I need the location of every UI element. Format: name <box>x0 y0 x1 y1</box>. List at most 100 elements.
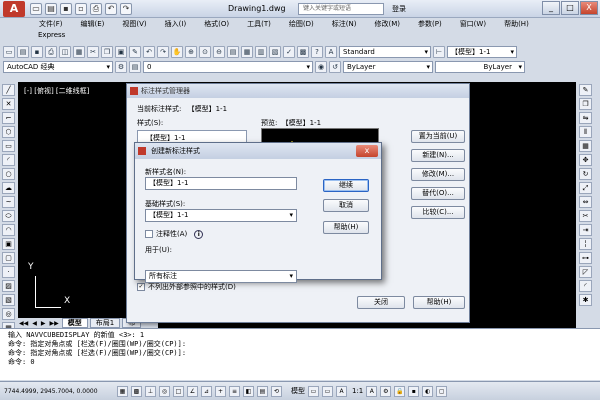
break-icon[interactable]: ╎ <box>579 238 592 250</box>
save-icon[interactable]: ▪ <box>60 3 72 15</box>
gradient-icon[interactable]: ▧ <box>2 294 15 306</box>
menu-dimension[interactable]: 标注(N) <box>323 18 366 30</box>
polygon-icon[interactable]: ⬡ <box>2 126 15 138</box>
close-icon[interactable]: x <box>356 145 378 157</box>
workspace-combo[interactable]: AutoCAD 经典 <box>3 61 113 73</box>
spline-icon[interactable]: ~ <box>2 196 15 208</box>
dyn-toggle[interactable]: + <box>215 385 226 397</box>
menu-format[interactable]: 格式(O) <box>195 18 238 30</box>
annotation-scale[interactable]: 1:1 <box>352 387 363 395</box>
menu-tools[interactable]: 工具(T) <box>238 18 280 30</box>
ortho-toggle[interactable]: ⊥ <box>145 385 156 397</box>
app-logo-icon[interactable]: A <box>3 1 25 17</box>
make-block-icon[interactable]: ▢ <box>2 252 15 264</box>
tab-nav-prev[interactable]: ◀ <box>31 320 38 327</box>
trim-icon[interactable]: ✂ <box>579 210 592 222</box>
print-icon[interactable]: ⎙ <box>45 46 57 58</box>
maximize-button[interactable]: □ <box>561 1 579 15</box>
new-file-icon[interactable]: ▭ <box>30 3 42 15</box>
array-icon[interactable]: ▦ <box>579 140 592 152</box>
join-icon[interactable]: ⊶ <box>579 252 592 264</box>
compare-style-button[interactable]: 比较(C)... <box>411 206 465 219</box>
zoom-previous-icon[interactable]: ⊖ <box>213 46 225 58</box>
menu-edit[interactable]: 编辑(E) <box>72 18 114 30</box>
isolate-objects-icon[interactable]: ◐ <box>422 385 434 397</box>
insert-block-icon[interactable]: ▣ <box>2 238 15 250</box>
list-item[interactable]: 【模型】1-1 <box>146 134 185 142</box>
menu-view[interactable]: 视图(V) <box>113 18 155 30</box>
point-icon[interactable]: · <box>2 266 15 278</box>
zoom-window-icon[interactable]: ⊙ <box>199 46 211 58</box>
command-line[interactable]: 输入 NAVVCUBEDISPLAY 的新值 <3>: 1 命令: 指定对角点或… <box>0 328 600 380</box>
lock-icon[interactable]: 🔒 <box>394 385 406 397</box>
menu-express[interactable]: Express <box>38 31 65 39</box>
new-style-name-input[interactable]: 【模型】1-1 <box>145 177 297 190</box>
layer-properties-icon[interactable]: ▤ <box>129 61 141 73</box>
quick-view-drawings-icon[interactable]: ▭ <box>322 385 333 397</box>
ellipse-arc-icon[interactable]: ◠ <box>2 224 15 236</box>
arc-icon[interactable]: ◜ <box>2 154 15 166</box>
workspace-switch-icon[interactable]: ⚙ <box>380 385 392 397</box>
calculator-icon[interactable]: ▩ <box>297 46 309 58</box>
color-combo[interactable]: ByLayer <box>343 61 433 73</box>
region-icon[interactable]: ◎ <box>2 308 15 320</box>
polar-toggle[interactable]: ◎ <box>159 385 170 397</box>
copy-icon[interactable]: ❐ <box>101 46 113 58</box>
override-style-button[interactable]: 替代(O)... <box>411 187 465 200</box>
circle-icon[interactable]: ○ <box>2 168 15 180</box>
layer-combo[interactable]: 0 <box>143 61 313 73</box>
tab-model[interactable]: 模型 <box>61 318 88 328</box>
exclude-xref-checkbox[interactable]: ✓ 不列出外部参照中的样式(D) <box>137 282 236 292</box>
hatch-icon[interactable]: ▨ <box>2 280 15 292</box>
stretch-icon[interactable]: ⇔ <box>579 196 592 208</box>
redo-icon[interactable]: ↷ <box>157 46 169 58</box>
close-button[interactable]: X <box>580 1 598 15</box>
revision-cloud-icon[interactable]: ☁ <box>2 182 15 194</box>
menu-insert[interactable]: 插入(I) <box>156 18 196 30</box>
menu-file[interactable]: 文件(F) <box>30 18 72 30</box>
tab-nav-next[interactable]: ▶ <box>40 320 47 327</box>
modify-style-button[interactable]: 修改(M)... <box>411 168 465 181</box>
use-for-select[interactable]: 所有标注 <box>145 270 297 283</box>
base-style-select[interactable]: 【模型】1-1 <box>145 209 297 222</box>
menu-draw[interactable]: 绘图(D) <box>280 18 323 30</box>
quick-properties-toggle[interactable]: ▤ <box>257 385 268 397</box>
erase-icon[interactable]: ✎ <box>579 84 592 96</box>
workspace-settings-icon[interactable]: ⚙ <box>115 61 127 73</box>
open-icon[interactable]: ▤ <box>17 46 29 58</box>
search-input[interactable]: 键入关键字或短语 <box>298 3 384 15</box>
mirror-icon[interactable]: ⇋ <box>579 112 592 124</box>
annotation-scale-icon[interactable]: A <box>336 385 347 397</box>
transparency-toggle[interactable]: ◧ <box>243 385 254 397</box>
layer-previous-icon[interactable]: ↺ <box>329 61 341 73</box>
viewport-label[interactable]: [-] [俯视] [二维线框] <box>24 86 89 96</box>
rectangle-icon[interactable]: ▭ <box>2 140 15 152</box>
quick-view-layouts-icon[interactable]: ▭ <box>308 385 319 397</box>
dim-style-icon[interactable]: ⊢ <box>433 46 445 58</box>
undo-icon[interactable]: ↶ <box>105 3 117 15</box>
cancel-button[interactable]: 取消 <box>323 199 369 212</box>
publish-icon[interactable]: ▦ <box>73 46 85 58</box>
help-button[interactable]: 帮助(H) <box>413 296 465 309</box>
menu-help[interactable]: 帮助(H) <box>495 18 538 30</box>
tab-nav-last[interactable]: ▶▶ <box>48 320 59 327</box>
cut-icon[interactable]: ✂ <box>87 46 99 58</box>
line-icon[interactable]: ╱ <box>2 84 15 96</box>
preview-icon[interactable]: ◫ <box>59 46 71 58</box>
text-style-icon[interactable]: A <box>325 46 337 58</box>
login-button[interactable]: 登录 <box>392 4 406 14</box>
otrack-toggle[interactable]: ∠ <box>187 385 198 397</box>
redo-icon[interactable]: ↷ <box>120 3 132 15</box>
ducs-toggle[interactable]: ⊿ <box>201 385 212 397</box>
scale-icon[interactable]: ⤢ <box>579 182 592 194</box>
dim-style-combo[interactable]: 【模型】1-1 <box>447 46 517 58</box>
zoom-realtime-icon[interactable]: ⊕ <box>185 46 197 58</box>
tab-layout1[interactable]: 布局1 <box>89 318 121 328</box>
grid-toggle[interactable]: ▩ <box>131 385 142 397</box>
make-current-layer-icon[interactable]: ◉ <box>315 61 327 73</box>
help-icon[interactable]: ? <box>311 46 323 58</box>
construction-line-icon[interactable]: ✕ <box>2 98 15 110</box>
close-dialog-button[interactable]: 关闭 <box>357 296 405 309</box>
sheet-set-icon[interactable]: ▧ <box>269 46 281 58</box>
fillet-icon[interactable]: ◜ <box>579 280 592 292</box>
